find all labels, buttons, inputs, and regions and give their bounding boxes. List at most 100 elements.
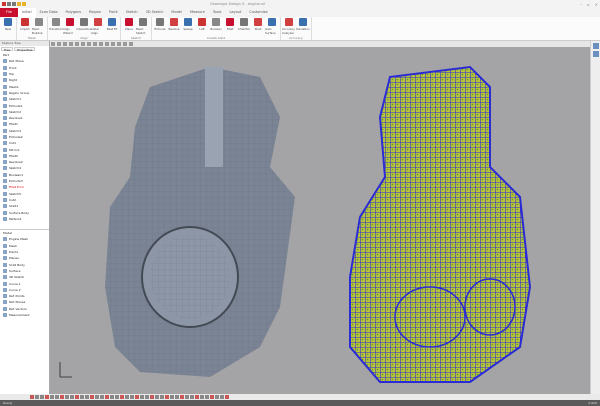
close-button[interactable]: × bbox=[595, 2, 598, 7]
view-tool-icon[interactable] bbox=[123, 42, 127, 46]
tab-initial[interactable]: Initial bbox=[17, 8, 36, 17]
best-fit-button[interactable]: Best Fit bbox=[105, 18, 119, 35]
auto-surface-button[interactable]: Auto Surface bbox=[265, 18, 279, 35]
display-tool-icon[interactable] bbox=[150, 395, 154, 399]
display-tool-icon[interactable] bbox=[35, 395, 39, 399]
tab-properties[interactable]: Properties bbox=[14, 47, 36, 52]
tab-point[interactable]: Point bbox=[105, 8, 122, 17]
view-tool-icon[interactable] bbox=[99, 42, 103, 46]
initial-align-button[interactable]: Initial Align bbox=[91, 18, 105, 35]
interactive-button[interactable]: Interactive bbox=[76, 18, 92, 35]
tab-sketch[interactable]: Sketch bbox=[122, 8, 142, 17]
new-button[interactable]: New bbox=[1, 18, 15, 35]
maximize-button[interactable]: ▫ bbox=[587, 2, 590, 7]
display-tool-icon[interactable] bbox=[215, 395, 219, 399]
shell-button[interactable]: Shell bbox=[251, 18, 265, 35]
display-tool-icon[interactable] bbox=[60, 395, 64, 399]
display-tool-icon[interactable] bbox=[120, 395, 124, 399]
view-tool-icon[interactable] bbox=[51, 42, 55, 46]
display-tool-icon[interactable] bbox=[170, 395, 174, 399]
view-tool-icon[interactable] bbox=[93, 42, 97, 46]
tab-file[interactable]: File bbox=[0, 8, 18, 17]
display-tool-icon[interactable] bbox=[165, 395, 169, 399]
view-tool-icon[interactable] bbox=[105, 42, 109, 46]
3d-viewport[interactable] bbox=[50, 47, 590, 394]
view-tool-icon[interactable] bbox=[111, 42, 115, 46]
display-tool-icon[interactable] bbox=[175, 395, 179, 399]
quick-access-toolbar[interactable] bbox=[2, 2, 26, 6]
loft-button[interactable]: Loft bbox=[195, 18, 209, 35]
display-tool-icon[interactable] bbox=[110, 395, 114, 399]
view-tool-icon[interactable] bbox=[87, 42, 91, 46]
display-tool-icon[interactable] bbox=[80, 395, 84, 399]
mesh-buildup-button[interactable]: Mesh Buildup bbox=[32, 18, 46, 35]
mesh-sketch-button[interactable]: Mesh Sketch bbox=[136, 18, 150, 35]
display-tool-icon[interactable] bbox=[100, 395, 104, 399]
display-tool-icon[interactable] bbox=[45, 395, 49, 399]
tab-tools[interactable]: Tools bbox=[209, 8, 226, 17]
view-tool-icon[interactable] bbox=[81, 42, 85, 46]
display-tool-icon[interactable] bbox=[115, 395, 119, 399]
display-tool-icon[interactable] bbox=[160, 395, 164, 399]
align-wizard-button[interactable]: Align Wizard bbox=[63, 18, 77, 35]
tab-layout[interactable]: Layout bbox=[225, 8, 245, 17]
minimize-button[interactable]: – bbox=[580, 2, 582, 7]
boolean-button[interactable]: Boolean bbox=[209, 18, 223, 35]
display-tool-icon[interactable] bbox=[220, 395, 224, 399]
accuracy-analyzer-button[interactable]: Accuracy Analyzer bbox=[282, 18, 296, 35]
feature-icon bbox=[3, 275, 7, 280]
display-tool-icon[interactable] bbox=[85, 395, 89, 399]
display-tool-icon[interactable] bbox=[205, 395, 209, 399]
chamfer-button[interactable]: Chamfer bbox=[237, 18, 251, 35]
display-tool-icon[interactable] bbox=[130, 395, 134, 399]
display-tool-icon[interactable] bbox=[105, 395, 109, 399]
display-tool-icon[interactable] bbox=[155, 395, 159, 399]
tab-polygons[interactable]: Polygons bbox=[62, 8, 86, 17]
view-tool-icon[interactable] bbox=[117, 42, 121, 46]
display-tool-icon[interactable] bbox=[55, 395, 59, 399]
view-tool-icon[interactable] bbox=[57, 42, 61, 46]
display-tool-icon[interactable] bbox=[190, 395, 194, 399]
view-tool-icon[interactable] bbox=[129, 42, 133, 46]
display-tool-icon[interactable] bbox=[195, 395, 199, 399]
tab-3d-sketch[interactable]: 3D Sketch bbox=[142, 8, 168, 17]
display-tool-icon[interactable] bbox=[70, 395, 74, 399]
display-tool-icon[interactable] bbox=[180, 395, 184, 399]
display-tool-icon[interactable] bbox=[50, 395, 54, 399]
display-tool-icon[interactable] bbox=[145, 395, 149, 399]
transform-button[interactable]: Transform bbox=[49, 18, 63, 35]
fillet-button[interactable]: Fillet bbox=[223, 18, 237, 35]
display-tool-icon[interactable] bbox=[210, 395, 214, 399]
tab-scan-data[interactable]: Scan Data bbox=[36, 8, 62, 17]
display-tool-icon[interactable] bbox=[135, 395, 139, 399]
view-tool-icon[interactable] bbox=[69, 42, 73, 46]
extrude-button[interactable]: Extrude bbox=[153, 18, 167, 35]
tab-region[interactable]: Region bbox=[85, 8, 105, 17]
tab-customize[interactable]: Customize bbox=[245, 8, 271, 17]
display-tool-icon[interactable] bbox=[75, 395, 79, 399]
display-tool-icon[interactable] bbox=[125, 395, 129, 399]
plane-button[interactable]: Plane bbox=[122, 18, 136, 35]
tree-item-label: Cut2 bbox=[9, 197, 17, 202]
display-tool-icon[interactable] bbox=[200, 395, 204, 399]
import-button[interactable]: Import bbox=[18, 18, 32, 35]
feature-icon bbox=[3, 90, 7, 95]
view-tool-icon[interactable] bbox=[75, 42, 79, 46]
revolve-button[interactable]: Revolve bbox=[167, 18, 181, 35]
display-tool-icon[interactable] bbox=[90, 395, 94, 399]
tree-item[interactable]: Measurement bbox=[0, 312, 49, 318]
display-tool-icon[interactable] bbox=[140, 395, 144, 399]
deviation-button[interactable]: Deviation bbox=[296, 18, 310, 35]
right-toolbar[interactable] bbox=[590, 41, 600, 394]
display-tool-icon[interactable] bbox=[185, 395, 189, 399]
view-tool-icon[interactable] bbox=[63, 42, 67, 46]
display-tool-icon[interactable] bbox=[95, 395, 99, 399]
tab-model[interactable]: Model bbox=[167, 8, 186, 17]
sweep-button[interactable]: Sweep bbox=[181, 18, 195, 35]
display-tool-icon[interactable] bbox=[225, 395, 229, 399]
display-tool-icon[interactable] bbox=[40, 395, 44, 399]
display-tool-icon[interactable] bbox=[65, 395, 69, 399]
tab-tree[interactable]: Tree bbox=[1, 47, 14, 52]
display-tool-icon[interactable] bbox=[30, 395, 34, 399]
tab-measure[interactable]: Measure bbox=[186, 8, 209, 17]
